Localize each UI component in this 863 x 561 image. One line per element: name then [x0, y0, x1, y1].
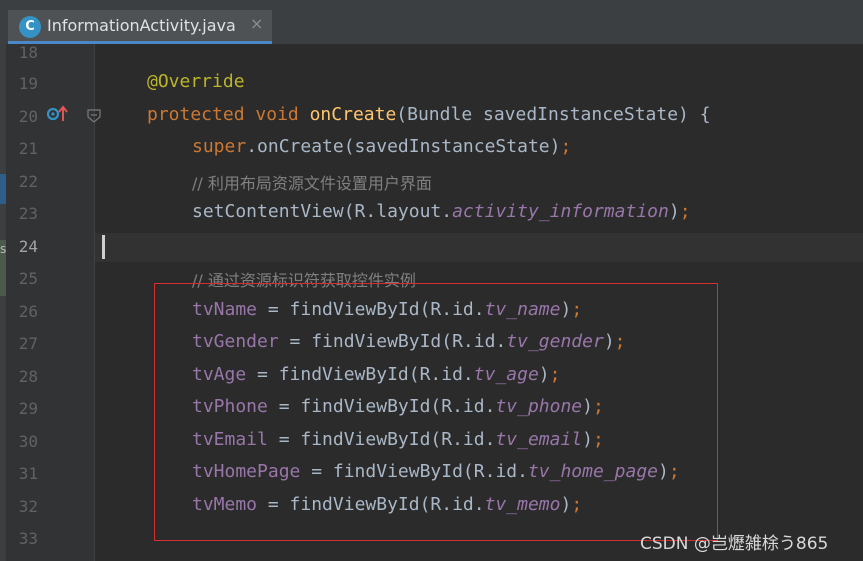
- keyword-token: protected: [147, 104, 245, 125]
- close-tab-icon[interactable]: ×: [250, 14, 263, 33]
- line-number: 31: [18, 464, 38, 483]
- line-number: 21: [18, 139, 38, 158]
- fold-code-icon[interactable]: [86, 108, 102, 124]
- line-number: 25: [18, 269, 38, 288]
- line-number: 20: [18, 107, 38, 126]
- current-line-highlight: [95, 233, 863, 262]
- comment-token: // 利用布局资源文件设置用户界面: [192, 174, 432, 193]
- code-text: setContentView(R.layout.: [192, 201, 453, 222]
- code-text: (Bundle savedInstanceState) {: [396, 104, 711, 125]
- line-number: 22: [18, 172, 38, 191]
- line-number: 33: [18, 529, 38, 548]
- resource-token: activity_information: [452, 201, 669, 222]
- line-number: 29: [18, 399, 38, 418]
- keyword-token: super: [192, 136, 247, 157]
- keyword-token: void: [255, 104, 299, 125]
- code-text: .onCreate(savedInstanceState): [246, 136, 561, 157]
- line-number: 18: [18, 43, 38, 62]
- tab-information-activity[interactable]: C InformationActivity.java ×: [8, 10, 272, 44]
- line-number: 27: [18, 334, 38, 353]
- line-number: 23: [18, 204, 38, 223]
- line-number-current: 24: [18, 237, 38, 256]
- code-line-23[interactable]: setContentView(R.layout.activity_informa…: [192, 201, 691, 222]
- method-name-token: onCreate: [309, 104, 397, 125]
- override-method-icon[interactable]: [46, 104, 70, 124]
- line-number: 26: [18, 302, 38, 321]
- line-number: 19: [18, 74, 38, 93]
- semicolon-token: ;: [560, 136, 572, 157]
- line-number: 28: [18, 367, 38, 386]
- editor-tab-bar: C InformationActivity.java ×: [0, 0, 863, 44]
- semicolon-token: ;: [679, 201, 691, 222]
- annotation-token: @Override: [147, 71, 245, 92]
- code-text: ): [668, 201, 680, 222]
- watermark: CSDN @岂爏雑梌う865: [640, 534, 829, 554]
- tab-title: InformationActivity.java: [47, 16, 236, 35]
- code-line-20[interactable]: protected void onCreate(Bundle savedInst…: [147, 104, 711, 125]
- line-number: 30: [18, 432, 38, 451]
- code-line-21[interactable]: super.onCreate(savedInstanceState);: [192, 136, 571, 157]
- text-caret: [102, 235, 105, 259]
- java-class-icon: C: [19, 16, 41, 38]
- red-highlight-box: [154, 283, 718, 541]
- code-line-22[interactable]: // 利用布局资源文件设置用户界面: [192, 170, 432, 194]
- line-number: 32: [18, 497, 38, 516]
- code-line-19[interactable]: @Override: [147, 71, 245, 92]
